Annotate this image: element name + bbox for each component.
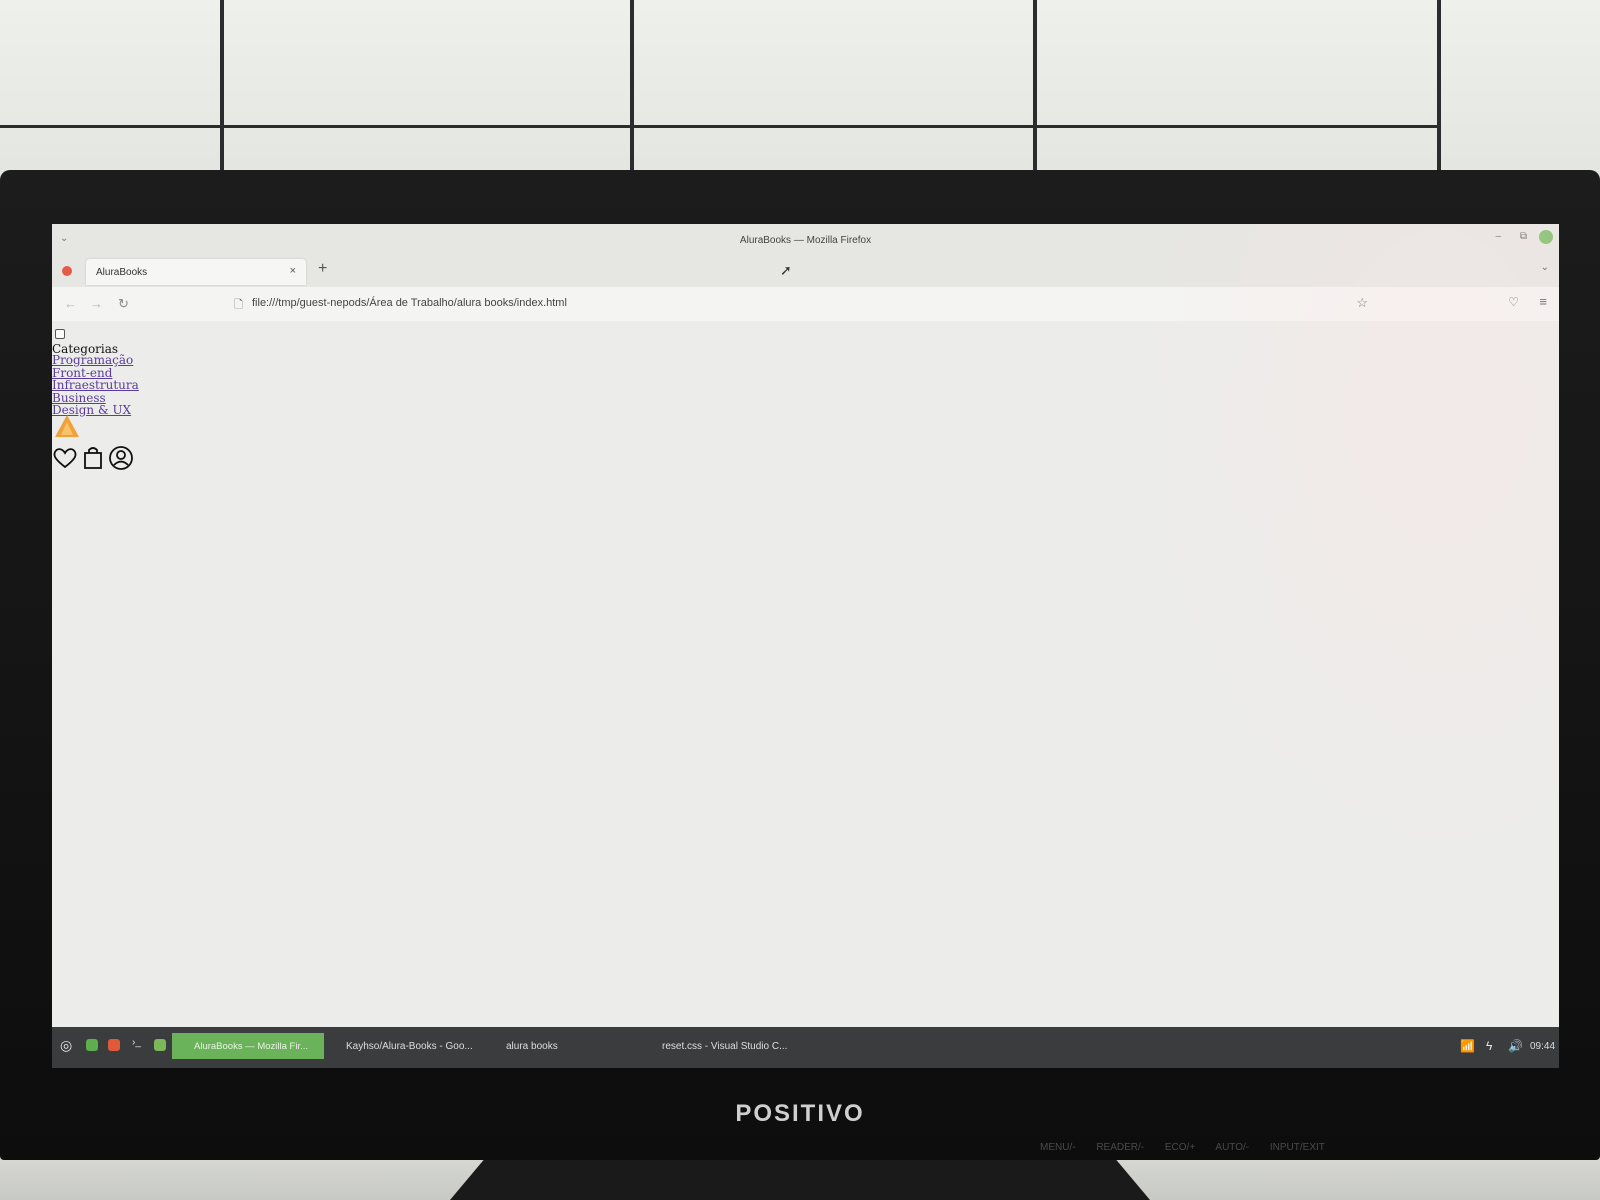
back-icon[interactable]: ←: [64, 296, 77, 311]
url-text[interactable]: file:///tmp/guest-nepods/Área de Trabalh…: [252, 297, 567, 309]
mouse-cursor-icon: ➚: [780, 262, 792, 278]
taskbar-item-vscode[interactable]: reset.css - Visual Studio C...: [662, 1041, 787, 1052]
volume-icon[interactable]: 🔊: [1508, 1039, 1523, 1053]
menu-toggle-checkbox[interactable]: [55, 329, 65, 339]
categories-list: Programação Front-end Infraestrutura Bus…: [52, 354, 139, 417]
screen: ⌄ AluraBooks — Mozilla Firefox – ⧉ Alura…: [52, 224, 1559, 1068]
heart-icon[interactable]: [52, 445, 78, 471]
wall-background: [0, 0, 1600, 185]
window-title: AluraBooks — Mozilla Firefox: [739, 235, 872, 246]
navigation-toolbar: ← → ↻ 🗋 file:///tmp/guest-nepods/Área de…: [52, 287, 1559, 322]
monitor-brand: POSITIVO: [735, 1100, 865, 1127]
maximize-icon[interactable]: ⧉: [1520, 231, 1527, 242]
bookmark-star-icon[interactable]: ☆: [1356, 295, 1368, 311]
shopping-bag-icon[interactable]: [80, 445, 106, 471]
taskbar-item-folder[interactable]: alura books: [506, 1041, 558, 1052]
tab-close-icon[interactable]: ×: [290, 265, 296, 277]
header-icons: [52, 445, 134, 471]
files-launcher-icon[interactable]: [154, 1039, 166, 1051]
new-tab-button[interactable]: +: [318, 260, 327, 278]
close-window-button[interactable]: [1539, 230, 1553, 244]
tab-alurabooks[interactable]: AluraBooks ×: [86, 259, 306, 285]
taskbar-item-chrome[interactable]: Kayhso/Alura-Books - Goo...: [346, 1041, 473, 1052]
page-icon: 🗋: [234, 299, 243, 311]
monitor-osd-buttons: MENU/- READER/- ECO/+ AUTO/- INPUT/EXIT: [1040, 1142, 1325, 1153]
window-titlebar: ⌄ AluraBooks — Mozilla Firefox – ⧉: [52, 224, 1559, 254]
show-desktop-icon[interactable]: [86, 1039, 98, 1051]
pocket-icon[interactable]: ♡: [1508, 295, 1519, 309]
terminal-icon[interactable]: ›_: [132, 1037, 141, 1048]
taskbar-item-label: AluraBooks — Mozilla Fir...: [194, 1041, 309, 1052]
os-taskbar: ◎ ›_ AluraBooks — Mozilla Fir... Kayhso/…: [52, 1027, 1559, 1068]
url-bar[interactable]: 🗋 file:///tmp/guest-nepods/Área de Traba…: [226, 291, 1376, 315]
alurabooks-logo-icon[interactable]: [54, 413, 80, 439]
minimize-icon[interactable]: –: [1495, 231, 1501, 242]
start-menu-icon[interactable]: ◎: [60, 1037, 72, 1054]
tab-label: AluraBooks: [96, 267, 148, 278]
list-all-tabs-icon[interactable]: ⌄: [1541, 262, 1549, 273]
taskbar-item-firefox[interactable]: AluraBooks — Mozilla Fir...: [172, 1033, 324, 1059]
power-icon[interactable]: ϟ: [1486, 1039, 1492, 1053]
user-circle-icon[interactable]: [108, 445, 134, 471]
reload-icon[interactable]: ↻: [118, 296, 129, 312]
forward-icon[interactable]: →: [90, 296, 103, 311]
hamburger-menu-icon[interactable]: ≡: [1539, 294, 1547, 309]
firefox-view-icon[interactable]: [62, 266, 72, 276]
wifi-icon[interactable]: 📶: [1460, 1039, 1475, 1053]
clock[interactable]: 09:44: [1530, 1041, 1555, 1052]
firefox-launcher-icon[interactable]: [108, 1039, 120, 1051]
page-content: Categorias Programação Front-end Infraes…: [52, 321, 1559, 1027]
tab-bar: AluraBooks × + ➚ ⌄: [52, 254, 1559, 287]
